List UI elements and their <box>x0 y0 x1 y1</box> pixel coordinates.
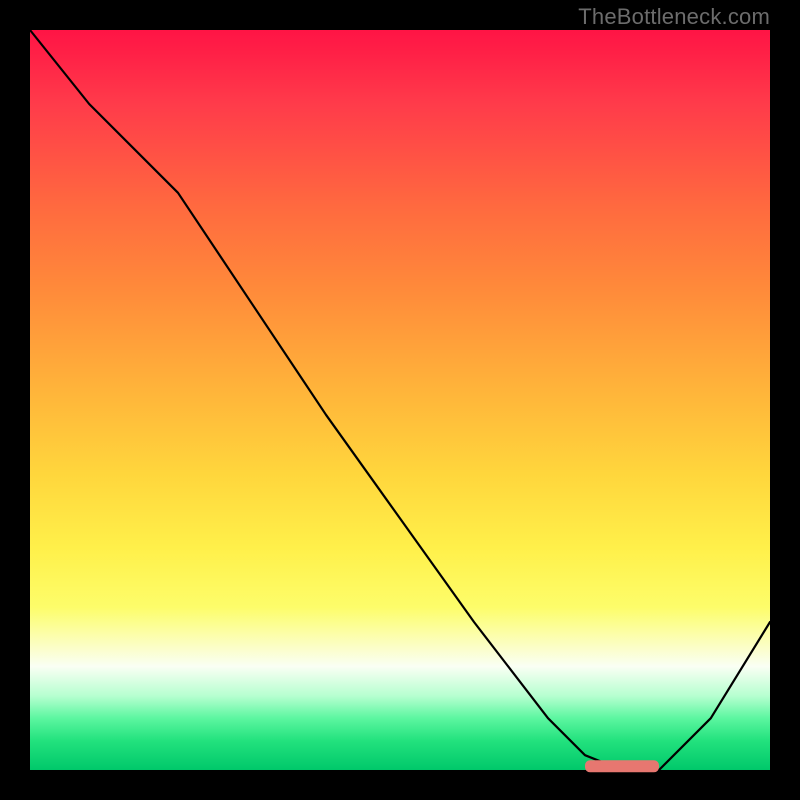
curve-line <box>30 30 770 770</box>
watermark-text: TheBottleneck.com <box>578 4 770 30</box>
plot-area <box>30 30 770 770</box>
plot-svg <box>30 30 770 770</box>
chart-frame: TheBottleneck.com <box>0 0 800 800</box>
marker-segment <box>585 760 659 772</box>
